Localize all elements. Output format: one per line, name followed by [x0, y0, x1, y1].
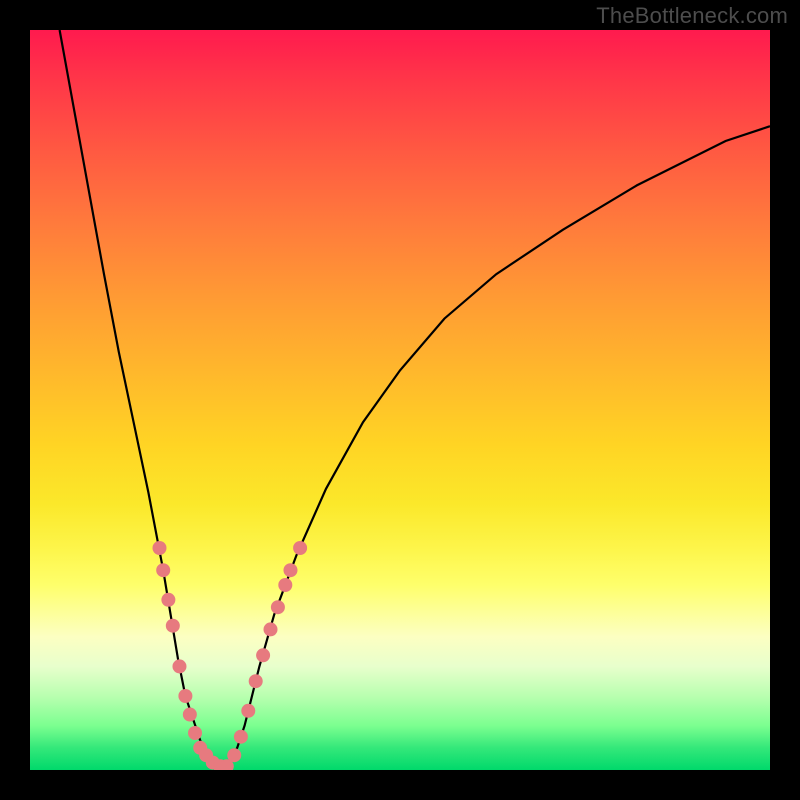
data-marker	[283, 563, 297, 577]
watermark-text: TheBottleneck.com	[596, 3, 788, 29]
data-marker	[256, 648, 270, 662]
data-marker	[278, 578, 292, 592]
data-marker	[234, 730, 248, 744]
data-marker	[183, 708, 197, 722]
data-marker	[249, 674, 263, 688]
data-marker	[188, 726, 202, 740]
chart-frame: TheBottleneck.com	[0, 0, 800, 800]
data-marker	[153, 541, 167, 555]
data-marker	[271, 600, 285, 614]
left-curve	[60, 30, 223, 770]
data-marker	[172, 659, 186, 673]
marker-group	[153, 541, 308, 770]
curve-group	[60, 30, 770, 770]
data-marker	[161, 593, 175, 607]
right-curve	[222, 126, 770, 770]
data-marker	[178, 689, 192, 703]
data-marker	[241, 704, 255, 718]
data-marker	[264, 622, 278, 636]
data-marker	[156, 563, 170, 577]
data-marker	[227, 748, 241, 762]
data-marker	[166, 619, 180, 633]
chart-svg	[30, 30, 770, 770]
plot-area	[30, 30, 770, 770]
data-marker	[293, 541, 307, 555]
